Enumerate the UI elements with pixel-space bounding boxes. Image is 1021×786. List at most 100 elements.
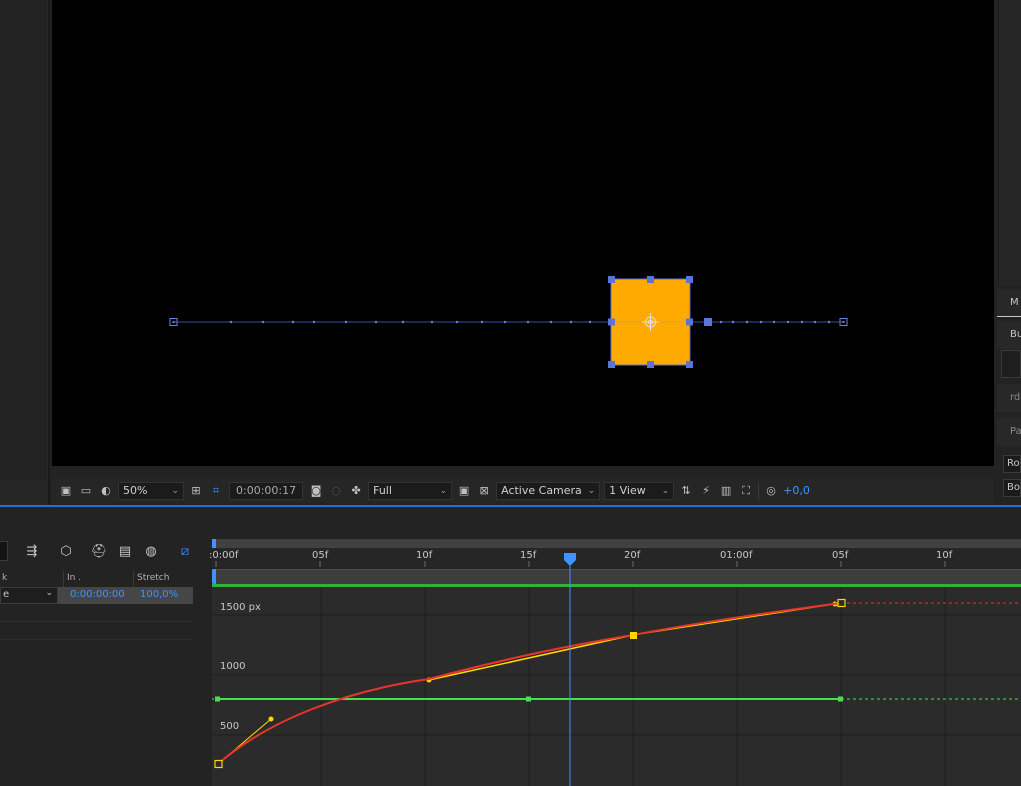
zoom-select[interactable]: 50% ⌄ — [118, 481, 184, 500]
graph-keyframe-green[interactable] — [838, 696, 843, 702]
camera-snapshot-icon[interactable]: ◙ — [306, 482, 326, 500]
fast-preview-icon[interactable]: ⇅ — [676, 482, 696, 500]
time-navigator-bar[interactable] — [212, 539, 1021, 548]
channel-icon[interactable]: ✤ — [346, 482, 366, 500]
graph-value-label: 1500 px — [220, 602, 261, 613]
right-panel-item-label: Pa — [1010, 426, 1021, 437]
time-ruler[interactable]: :0:00f 05f 10f 15f 20f 01:00f 05f 10f — [209, 539, 1021, 567]
layer-row-empty — [0, 604, 193, 622]
graph-editor[interactable]: 1500 px 1000 500 — [212, 587, 1021, 786]
hide-shy-layers-icon[interactable]: ⛑ — [89, 542, 109, 560]
layer-search-input[interactable] — [0, 541, 8, 561]
right-panel-item-label: Bu — [1010, 329, 1021, 340]
layer-stretch-value: 100,0% — [140, 589, 179, 600]
timeline-icon[interactable]: ⚡ — [696, 482, 716, 500]
camera-value: Active Camera — [501, 484, 582, 497]
timeline-graph-area[interactable]: :0:00f 05f 10f 15f 20f 01:00f 05f 10f 15… — [209, 507, 1021, 786]
right-panel-item-label: M — [1010, 297, 1019, 308]
view-layout-value: 1 View — [609, 484, 646, 497]
right-panel-item[interactable]: Bu — [997, 321, 1021, 349]
column-header-stretch[interactable]: Stretch — [133, 571, 193, 587]
grid-icon[interactable]: ⊞ — [186, 482, 206, 500]
ruler-label: 05f — [832, 550, 849, 561]
ruler-label: 10f — [416, 550, 433, 561]
right-panel-item[interactable]: rd — [997, 384, 1021, 412]
ruler-label: :0:00f — [209, 550, 239, 561]
graph-grid — [212, 587, 1021, 786]
right-panel-button-label: Ro — [1007, 458, 1020, 469]
right-panel-button[interactable]: Bo — [1003, 479, 1021, 497]
work-area-bar[interactable] — [212, 569, 1021, 584]
project-panel-body — [0, 0, 46, 480]
chevron-down-icon: ⌄ — [45, 588, 53, 598]
graph-value-label: 1000 — [220, 661, 246, 672]
graph-keyframe-red[interactable] — [837, 598, 846, 608]
toggle-transparency-grid-icon[interactable]: ▣ — [454, 482, 474, 500]
layer-mode-select[interactable]: e ⌄ — [0, 587, 58, 604]
layer-in-value: 0:00:00:00 — [70, 589, 125, 600]
mask-path-icon[interactable]: ⌗ — [206, 482, 226, 500]
graph-value-label: 500 — [220, 721, 240, 732]
toolbar-divider — [758, 481, 760, 500]
right-panel-item[interactable]: Pa — [997, 418, 1021, 446]
current-time-field[interactable]: 0:00:00:17 — [229, 481, 304, 500]
right-panel-button-label: Bo — [1007, 482, 1020, 493]
draft-3d-icon[interactable]: ⬡ — [56, 542, 76, 560]
motion-blur-icon[interactable]: ◍ — [141, 542, 161, 560]
column-header-label: Stretch — [137, 573, 170, 583]
ruler-ticks — [215, 561, 946, 567]
column-header-label-suffix: . — [78, 573, 82, 583]
show-snapshot-icon[interactable]: ◌ — [326, 482, 346, 500]
viewer-canvas[interactable] — [52, 0, 994, 466]
bezier-handle[interactable] — [428, 634, 634, 681]
camera-select[interactable]: Active Camera ⌄ — [496, 481, 601, 500]
composition-viewer[interactable] — [52, 0, 994, 466]
zoom-value: 50% — [123, 484, 148, 497]
bezier-handle-point[interactable] — [268, 716, 274, 722]
chevron-down-icon: ⌄ — [171, 485, 179, 496]
exposure-value[interactable]: +0,0 — [783, 484, 810, 497]
time-navigator-start-handle[interactable] — [212, 539, 216, 548]
chevron-down-icon: ⌄ — [661, 485, 670, 496]
column-header-label: In — [67, 573, 76, 583]
right-panel-item[interactable]: M — [997, 289, 1021, 317]
ruler-label: 20f — [624, 550, 641, 561]
work-area-start-handle[interactable] — [212, 569, 216, 584]
resolution-select[interactable]: Full ⌄ — [368, 481, 453, 500]
right-panel-item-label: rd — [1010, 392, 1021, 403]
mask-visibility-icon[interactable]: ◐ — [96, 482, 116, 500]
frame-blending-icon[interactable]: ▤ — [115, 542, 135, 560]
column-header-mode[interactable]: k — [0, 571, 63, 587]
layer-mode-value: e — [3, 589, 10, 600]
keyframe-middle-marker[interactable] — [704, 318, 712, 326]
right-panel-button[interactable]: Ro — [1003, 455, 1021, 473]
reset-exposure-icon[interactable]: ◎ — [761, 482, 781, 500]
right-panel-strip — [998, 0, 1021, 285]
right-panel-field[interactable] — [1001, 350, 1021, 378]
timeline-layer-panel: ⇶ ⬡ ⛑ ▤ ◍ ⧄ k In . Stretch e ⌄ 0:00:00:00… — [0, 507, 212, 786]
right-panel: M Bu rd Pa Ro Bo — [994, 0, 1021, 505]
ruler-label: 15f — [520, 550, 537, 561]
view-layout-select[interactable]: 1 View ⌄ — [604, 481, 675, 500]
region-of-interest-icon[interactable]: ▣ — [56, 482, 76, 500]
column-header-in[interactable]: In . — [63, 571, 133, 587]
graph-editor-icon[interactable]: ⧄ — [175, 542, 195, 560]
flowchart-icon[interactable]: ⛶ — [736, 482, 756, 500]
graph-keyframe-red[interactable] — [630, 632, 637, 639]
ruler-label: 01:00f — [720, 550, 753, 561]
playhead-icon[interactable] — [564, 553, 576, 566]
monitor-icon[interactable]: ▭ — [76, 482, 96, 500]
graph-keyframe-green[interactable] — [526, 696, 531, 702]
graph-keyframe-red[interactable] — [214, 759, 223, 769]
comp-flowchart-icon[interactable]: ▥ — [716, 482, 736, 500]
column-header-label: k — [2, 573, 8, 583]
transparency-checker-icon[interactable]: ⊠ — [474, 482, 494, 500]
chevron-down-icon: ⌄ — [587, 485, 596, 496]
current-time-indicator[interactable] — [562, 551, 578, 587]
composition-mini-flowchart-icon[interactable]: ⇶ — [22, 542, 42, 560]
layer-row-empty — [0, 622, 193, 640]
project-panel — [0, 0, 50, 505]
resolution-value: Full — [373, 484, 392, 497]
current-time-value: 0:00:00:17 — [236, 484, 297, 497]
ruler-label: 05f — [312, 550, 329, 561]
